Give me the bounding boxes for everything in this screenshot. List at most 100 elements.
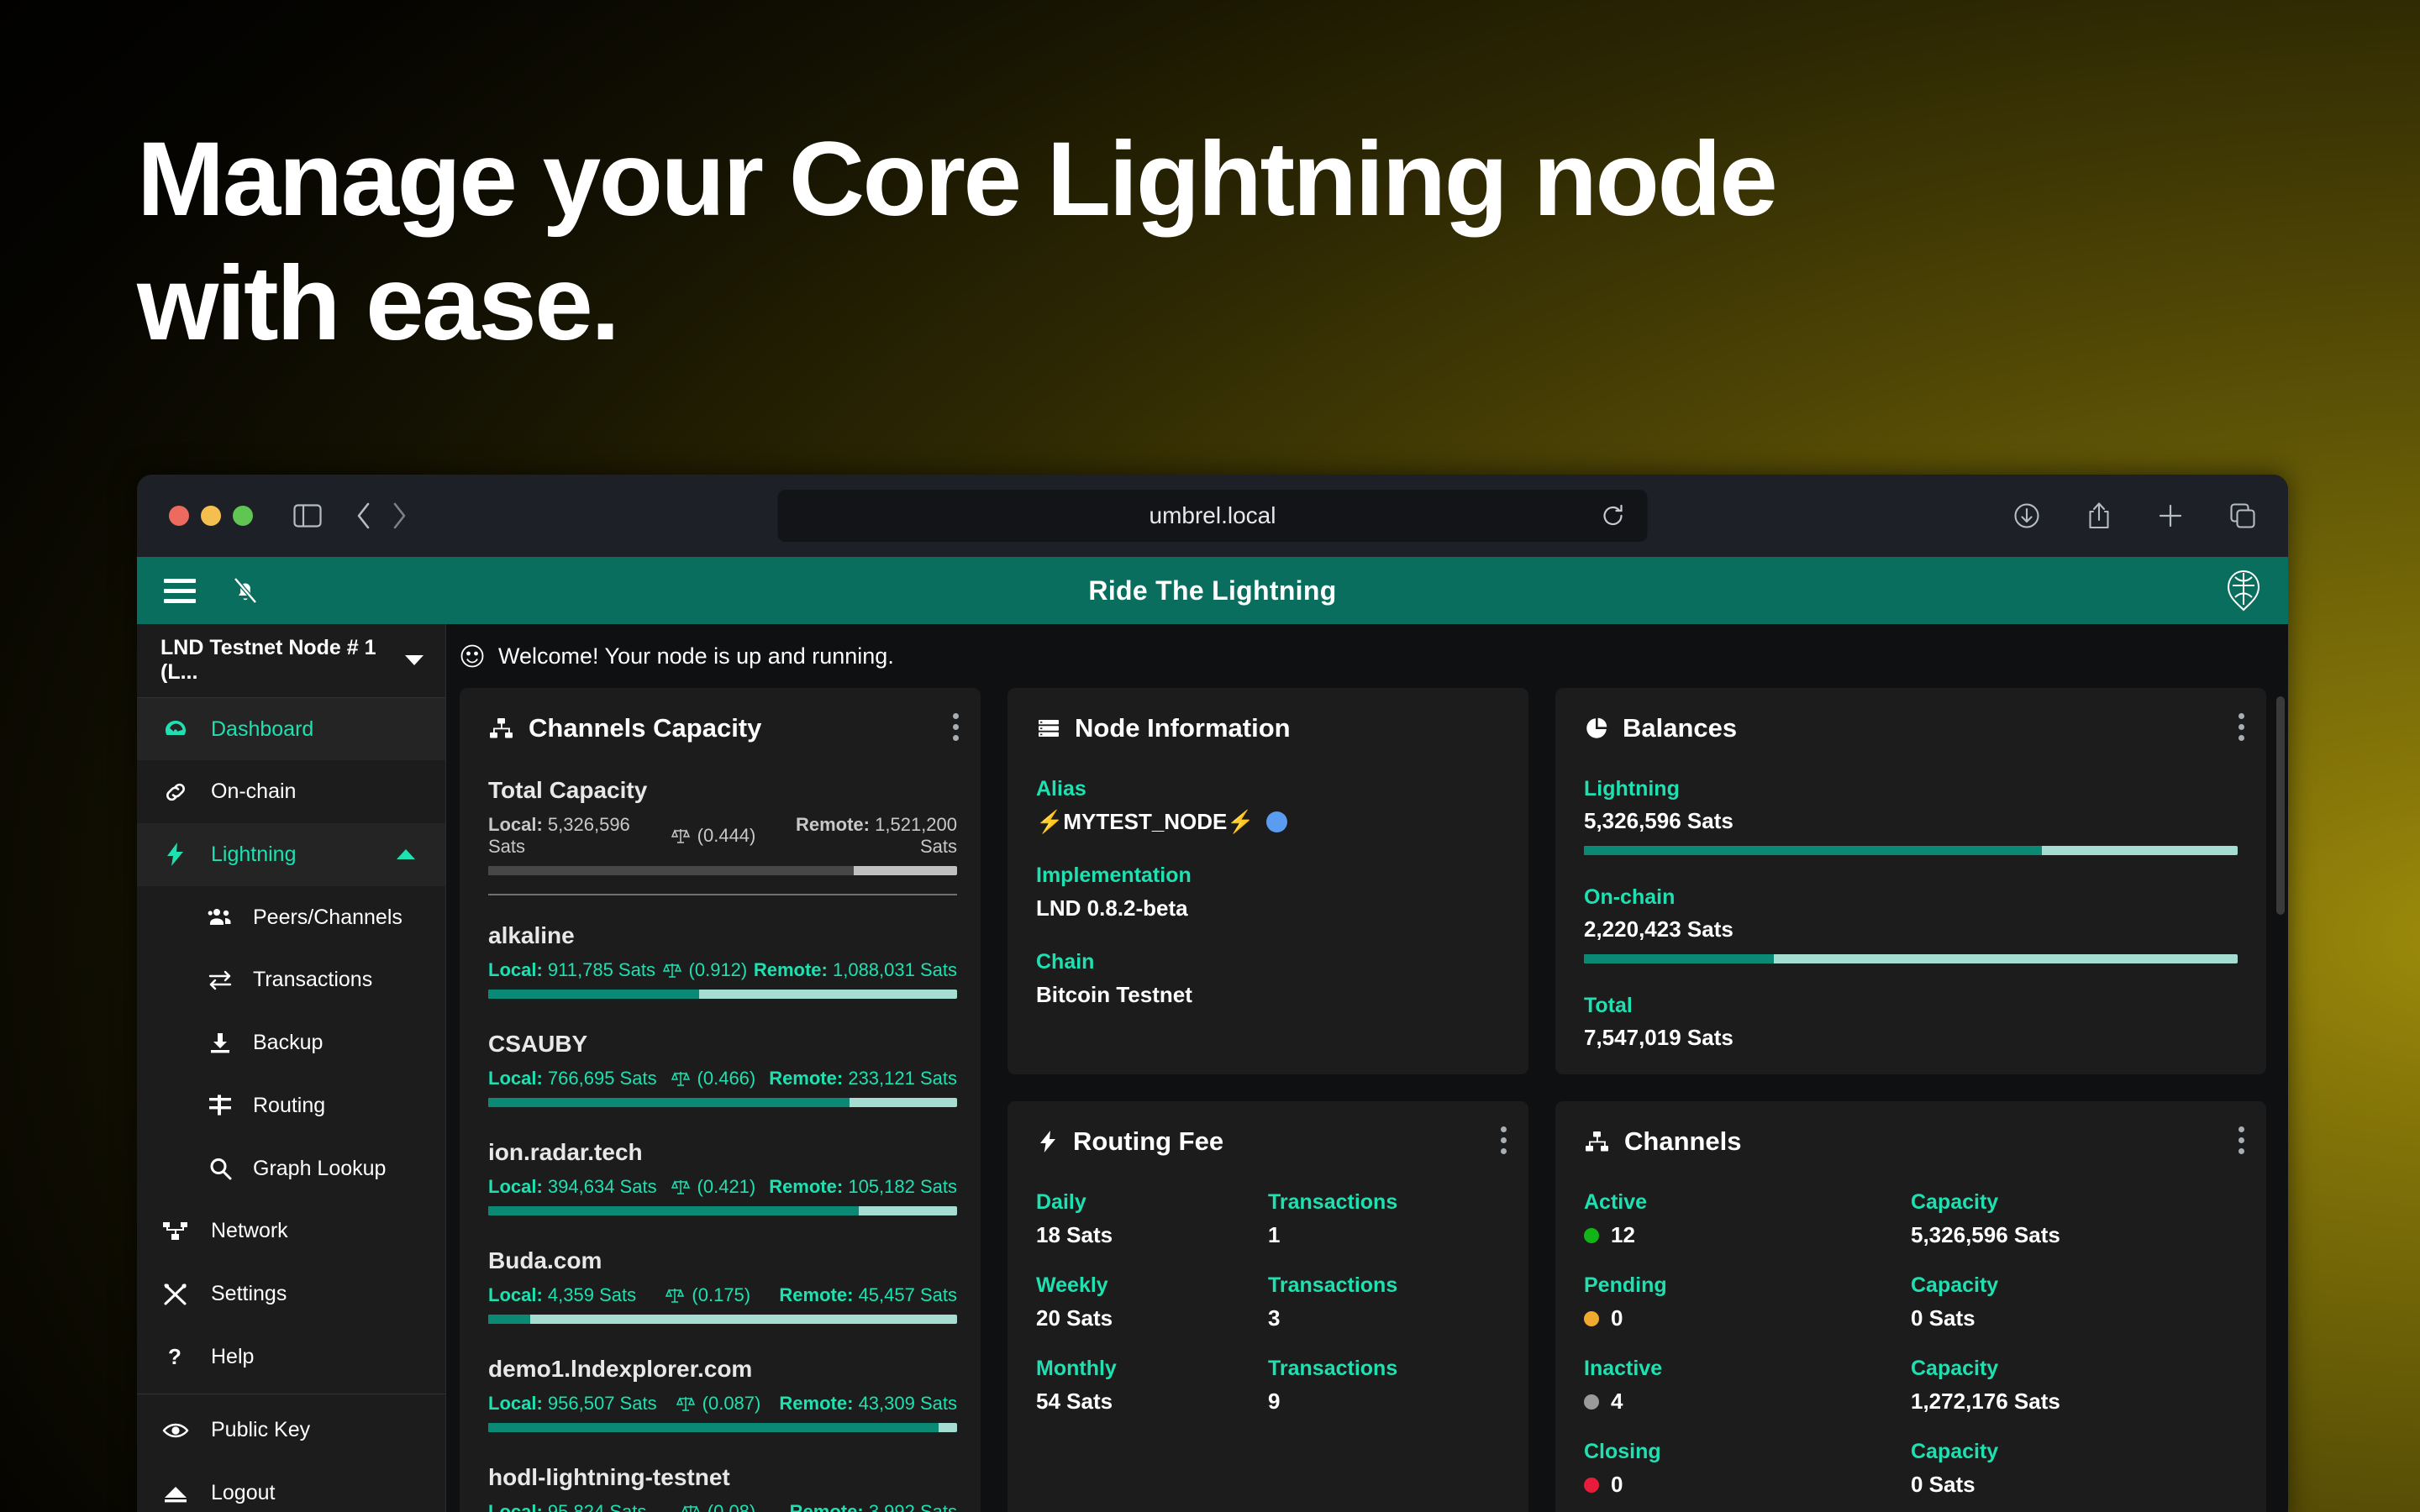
channels-capacity-menu-button[interactable] [953, 713, 959, 741]
field-label: Alias [1036, 777, 1500, 801]
tx-value: 3 [1268, 1305, 1500, 1331]
balance-value: 2,220,423 Sats [1584, 916, 2238, 942]
sidebar-item-routing[interactable]: Routing [137, 1074, 445, 1137]
maximize-window-button[interactable] [233, 506, 253, 526]
address-bar[interactable]: umbrel.local [778, 490, 1648, 542]
capacity-bar [488, 990, 957, 999]
sidebar-item-label: Public Key [211, 1418, 310, 1442]
sidebar-toggle-icon[interactable] [293, 504, 322, 528]
close-window-button[interactable] [169, 506, 189, 526]
sidebar-item-on-chain[interactable]: On-chain [137, 760, 445, 823]
sidebar-item-label: Dashboard [211, 717, 313, 742]
node-selector[interactable]: LND Testnet Node # 1 (L... [137, 624, 445, 698]
sidebar-item-settings[interactable]: Settings [137, 1263, 445, 1326]
local-label: Local: [488, 814, 543, 835]
node-information-card: Node Information Alias ⚡MYTEST_NODE⚡ Imp… [1007, 688, 1528, 1074]
local-value: 766,695 Sats [548, 1068, 657, 1089]
channels-menu-button[interactable] [2238, 1126, 2244, 1154]
sidebar-item-peers-channels[interactable]: Peers/Channels [137, 886, 445, 949]
app-header: Ride The Lightning [137, 557, 2288, 624]
remote-value: 105,182 Sats [848, 1176, 957, 1197]
card-title: Channels Capacity [488, 713, 957, 743]
balance-ratio: (0.421) [697, 1176, 756, 1198]
sidebar-item-help[interactable]: ? Help [137, 1326, 445, 1389]
remote-value: 233,121 Sats [848, 1068, 957, 1089]
balance-label: Total [1584, 994, 2238, 1018]
channel-row[interactable]: CSAUBY Local: 766,695 Sats (0.466) Remot… [488, 1012, 957, 1121]
sidebar-item-lightning[interactable]: Lightning [137, 823, 445, 886]
capacity-label: Capacity [1911, 1190, 2238, 1215]
remote-label: Remote: [779, 1284, 853, 1305]
share-icon[interactable] [2086, 501, 2112, 530]
remote-value: 45,457 Sats [859, 1284, 957, 1305]
balance-value: 5,326,596 Sats [1584, 808, 2238, 834]
scrollbar-thumb[interactable] [2276, 696, 2285, 915]
minimize-window-button[interactable] [201, 506, 221, 526]
sidebar-item-label: Graph Lookup [253, 1157, 386, 1181]
channel-row[interactable]: demo1.lndexplorer.com Local: 956,507 Sat… [488, 1337, 957, 1446]
balance-ratio: (0.087) [702, 1393, 761, 1415]
sidebar-item-public-key[interactable]: Public Key [137, 1399, 445, 1462]
forward-button[interactable] [391, 501, 408, 530]
sidebar-item-dashboard[interactable]: Dashboard [137, 698, 445, 761]
channels-inactive-capacity: Capacity 1,272,176 Sats [1911, 1357, 2238, 1415]
sidebar-item-logout[interactable]: Logout [137, 1462, 445, 1512]
hero-headline: Manage your Core Lightning node with eas… [137, 118, 2238, 365]
node-selector-label: LND Testnet Node # 1 (L... [160, 636, 405, 685]
capacity-value: 0 Sats [1911, 1472, 2238, 1498]
download-icon[interactable] [2012, 501, 2041, 530]
local-label: Local: [488, 1176, 543, 1197]
routing-fee-weekly: Weekly 20 Sats [1036, 1273, 1268, 1331]
local-label: Local: [488, 1284, 543, 1305]
bolt-icon [162, 841, 201, 868]
window-controls[interactable] [169, 506, 253, 526]
field-label: Chain [1036, 950, 1500, 974]
status-dot-pending [1584, 1311, 1599, 1326]
rtl-logo-icon[interactable] [2224, 569, 2263, 612]
capacity-value: 1,272,176 Sats [1911, 1389, 2238, 1415]
capacity-bar [488, 1098, 957, 1107]
channel-row[interactable]: hodl-lightning-testnet Local: 95,824 Sat… [488, 1446, 957, 1512]
sidebar-item-label: Help [211, 1345, 254, 1369]
card-title-text: Channels Capacity [529, 713, 761, 743]
channel-row[interactable]: ion.radar.tech Local: 394,634 Sats (0.42… [488, 1121, 957, 1229]
status-dot [1266, 811, 1287, 832]
card-title-text: Node Information [1075, 713, 1291, 743]
sidebar-item-graph-lookup[interactable]: Graph Lookup [137, 1137, 445, 1200]
new-tab-icon[interactable] [2157, 502, 2184, 529]
balance-ratio: (0.466) [697, 1068, 756, 1089]
pie-chart-icon [1584, 716, 1609, 741]
capacity-divider [488, 894, 957, 895]
server-icon [1036, 716, 1061, 741]
remote-value: 43,309 Sats [859, 1393, 957, 1414]
page-scrollbar[interactable] [2276, 696, 2285, 1512]
node-field-implementation: Implementation LND 0.8.2-beta [1036, 864, 1500, 921]
field-value: ⚡MYTEST_NODE⚡ [1036, 809, 1255, 835]
tools-icon [162, 1282, 201, 1307]
channel-row[interactable]: alkaline Local: 911,785 Sats (0.912) Rem… [488, 904, 957, 1012]
balance-bar [1584, 846, 2238, 855]
period-value: 18 Sats [1036, 1222, 1268, 1248]
reload-icon[interactable] [1601, 503, 1626, 528]
channel-row[interactable]: Buda.com Local: 4,359 Sats (0.175) Remot… [488, 1229, 957, 1337]
sidebar-item-transactions[interactable]: Transactions [137, 949, 445, 1012]
welcome-text: Welcome! Your node is up and running. [498, 643, 894, 669]
card-title-text: Channels [1624, 1126, 1742, 1157]
remote-label: Remote: [769, 1176, 843, 1197]
remote-label: Remote: [754, 959, 828, 980]
sidebar-item-backup[interactable]: Backup [137, 1011, 445, 1074]
routing-fee-menu-button[interactable] [1501, 1126, 1507, 1154]
tab-overview-icon[interactable] [2229, 502, 2256, 529]
node-field-chain: Chain Bitcoin Testnet [1036, 950, 1500, 1008]
balance-ratio: (0.444) [697, 825, 756, 847]
balances-menu-button[interactable] [2238, 713, 2244, 741]
balance-ratio: (0.912) [689, 959, 748, 981]
channels-grid: Active 12 Capacity 5,326,596 Sats Pendin… [1584, 1190, 2238, 1498]
svg-text:?: ? [168, 1344, 182, 1369]
back-button[interactable] [355, 501, 372, 530]
state-count: 4 [1611, 1389, 1623, 1415]
local-label: Local: [488, 959, 543, 980]
smiley-icon [460, 643, 485, 669]
question-icon: ? [162, 1344, 201, 1369]
sidebar-item-network[interactable]: Network [137, 1200, 445, 1263]
